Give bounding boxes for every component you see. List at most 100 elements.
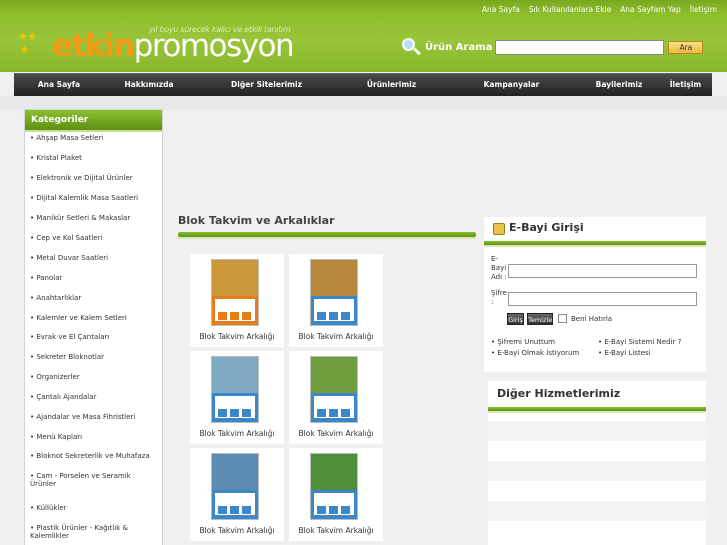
calendar-block — [230, 506, 239, 514]
top-link-favorites[interactable]: Sık Kullanılanlara Ekle — [529, 5, 611, 14]
calendar-photo — [212, 454, 258, 490]
sidebar-item[interactable]: • Cam - Porselen ve Seramik Ürünler — [25, 472, 161, 488]
top-link-homepage[interactable]: Ana Sayfam Yap — [620, 5, 681, 14]
product-image[interactable] — [211, 453, 259, 520]
product-card[interactable]: Blok Takvim Arkalığı — [190, 448, 284, 541]
sidebar-item[interactable]: • Panolar — [25, 274, 161, 282]
sidebar-item[interactable]: • Çantalı Ajandalar — [25, 393, 161, 401]
calendar-block — [218, 506, 227, 514]
product-label[interactable]: Blok Takvim Arkalığı — [289, 332, 383, 341]
product-card[interactable]: Blok Takvim Arkalığı — [289, 254, 383, 347]
username-label: E- Bayi Adı : — [491, 255, 507, 281]
top-link-contact[interactable]: İletişim — [690, 5, 717, 14]
product-card[interactable]: Blok Takvim Arkalığı — [289, 448, 383, 541]
services-underline-light — [488, 411, 706, 413]
nav-about[interactable]: Hakkımızda — [104, 74, 194, 96]
product-image[interactable] — [211, 356, 259, 423]
remember-checkbox[interactable] — [558, 314, 567, 323]
top-links: Ana Sayfa Sık Kullanılanlara Ekle Ana Sa… — [482, 5, 717, 14]
sidebar-item[interactable]: • Bloknot Sekreterlik ve Muhafaza — [25, 452, 161, 460]
sidebar-item[interactable]: • Sekreter Bloknotlar — [25, 353, 161, 361]
product-label[interactable]: Blok Takvim Arkalığı — [289, 429, 383, 438]
sidebar-item[interactable]: • Ahşap Masa Setleri — [25, 134, 161, 142]
product-search: Ürün Arama Ara — [400, 36, 704, 58]
site-logo[interactable]: ★ ★ ★ yıl boyu sürecek kalıcı ve etkili … — [18, 22, 358, 70]
sidebar-item[interactable]: • Küllükler — [25, 504, 161, 512]
calendar-pad — [215, 493, 255, 515]
remember-label: Beni Hatırla — [571, 315, 613, 323]
sidebar-item[interactable]: • Anahtarlıklar — [25, 294, 161, 302]
search-input[interactable] — [495, 39, 665, 55]
what-is-ebayi-link[interactable]: • E-Bayi Sistemi Nedir ? — [598, 338, 681, 346]
calendar-block — [317, 506, 326, 514]
sidebar-item[interactable]: • Cep ve Kol Saatleri — [25, 234, 161, 242]
product-image[interactable] — [310, 259, 358, 326]
search-icon — [400, 36, 422, 58]
calendar-block — [317, 312, 326, 320]
sidebar-item[interactable]: • Organizerler — [25, 373, 161, 381]
calendar-pad — [314, 493, 354, 515]
nav-home[interactable]: Ana Sayfa — [14, 74, 104, 96]
sidebar-title: Kategoriler — [25, 110, 162, 132]
sidebar-item[interactable]: • Dijital Kalemlik Masa Saatleri — [25, 194, 161, 202]
product-label[interactable]: Blok Takvim Arkalığı — [190, 526, 284, 535]
sidebar-item[interactable]: • Kristal Plaket — [25, 154, 161, 162]
nav-contact[interactable]: İletişim — [659, 74, 712, 96]
product-label[interactable]: Blok Takvim Arkalığı — [190, 332, 284, 341]
product-image[interactable] — [310, 453, 358, 520]
services-row — [488, 461, 706, 481]
calendar-block — [242, 506, 251, 514]
sidebar-item[interactable]: • Evrak ve El Çantaları — [25, 333, 161, 341]
sidebar-item[interactable]: • Plastik Ürünler - Kağıtlık & Kalemlikl… — [25, 524, 161, 540]
calendar-block — [329, 409, 338, 417]
username-input[interactable] — [508, 264, 697, 278]
calendar-photo — [311, 454, 357, 490]
calendar-block — [341, 409, 350, 417]
calendar-block — [230, 312, 239, 320]
title-underline-light — [178, 237, 476, 239]
calendar-photo — [212, 357, 258, 393]
forgot-password-link[interactable]: • Şifremi Unuttum — [491, 338, 555, 346]
page-title: Blok Takvim ve Arkalıklar — [178, 214, 335, 227]
dealer-list-link[interactable]: • E-Bayi Listesi — [598, 349, 651, 357]
calendar-block — [329, 312, 338, 320]
sidebar-item[interactable]: • Menü Kapları — [25, 433, 161, 441]
calendar-pad — [215, 299, 255, 321]
product-label[interactable]: Blok Takvim Arkalığı — [289, 526, 383, 535]
sidebar-item[interactable]: • Elektronik ve Dijital Ürünler — [25, 174, 161, 182]
calendar-block — [218, 312, 227, 320]
nav-shadow-band — [0, 96, 727, 110]
product-image[interactable] — [211, 259, 259, 326]
key-icon — [493, 223, 505, 235]
become-dealer-link[interactable]: • E-Bayi Olmak İstiyorum — [491, 349, 579, 357]
sidebar-item[interactable]: • Metal Duvar Saatleri — [25, 254, 161, 262]
sidebar-item[interactable]: • Manikür Setleri & Makaslar — [25, 214, 161, 222]
ebayi-underline-light — [484, 245, 706, 247]
main-nav: Ana Sayfa Hakkımızda Diğer Sitelerimiz Ü… — [14, 73, 712, 96]
login-button[interactable]: Giriş — [507, 313, 524, 325]
services-title: Diğer Hizmetlerimiz — [497, 387, 621, 400]
product-label[interactable]: Blok Takvim Arkalığı — [190, 429, 284, 438]
ebayi-title: E-Bayi Girişi — [509, 221, 584, 234]
calendar-block — [218, 409, 227, 417]
stars-icon: ★ ★ ★ — [18, 30, 37, 56]
search-label: Ürün Arama — [425, 41, 493, 53]
calendar-block — [230, 409, 239, 417]
product-image[interactable] — [310, 356, 358, 423]
nav-dealers[interactable]: Bayilerimiz — [579, 74, 659, 96]
nav-products[interactable]: Ürünlerimiz — [339, 74, 444, 96]
nav-campaigns[interactable]: Kampanyalar — [444, 74, 579, 96]
product-card[interactable]: Blok Takvim Arkalığı — [289, 351, 383, 444]
calendar-block — [317, 409, 326, 417]
calendar-block — [341, 506, 350, 514]
services-row — [488, 421, 706, 441]
sidebar-item[interactable]: • Kalemler ve Kalem Setleri — [25, 314, 161, 322]
password-input[interactable] — [508, 292, 697, 306]
top-link-home[interactable]: Ana Sayfa — [482, 5, 520, 14]
sidebar-item[interactable]: • Ajandalar ve Masa Fihristleri — [25, 413, 161, 421]
nav-other-sites[interactable]: Diğer Sitelerimiz — [194, 74, 339, 96]
search-button[interactable]: Ara — [668, 40, 704, 54]
clear-button[interactable]: Temizle — [527, 313, 553, 325]
product-card[interactable]: Blok Takvim Arkalığı — [190, 351, 284, 444]
product-card[interactable]: Blok Takvim Arkalığı — [190, 254, 284, 347]
